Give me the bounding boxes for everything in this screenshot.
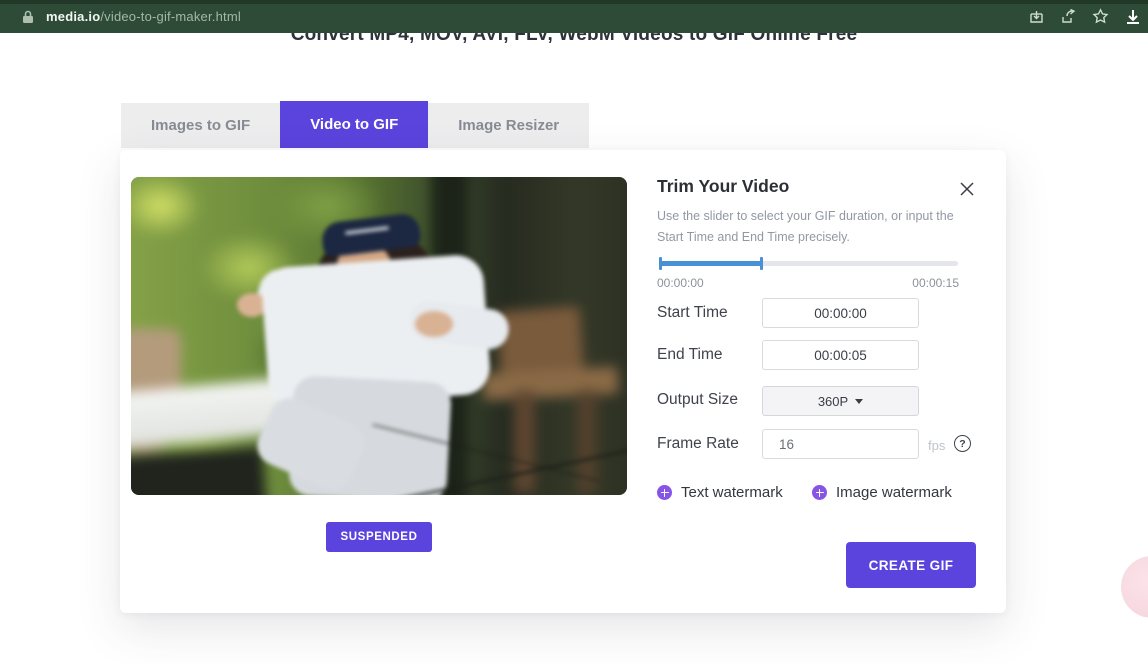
download-icon[interactable] <box>1124 8 1142 26</box>
chat-widget-button[interactable] <box>1121 556 1148 618</box>
start-time-label: Start Time <box>657 304 728 322</box>
output-size-label: Output Size <box>657 391 738 409</box>
end-time-input[interactable] <box>762 340 919 370</box>
slider-end-time: 00:00:15 <box>912 276 959 290</box>
video-to-gif-card: SUSPENDED Trim Your Video Use the slider… <box>120 150 1006 613</box>
add-image-watermark-link[interactable]: Image watermark <box>812 484 952 501</box>
frame-rate-help-icon[interactable]: ? <box>954 435 971 452</box>
close-icon[interactable] <box>958 180 976 198</box>
browser-address-bar[interactable]: media.io/video-to-gif-maker.html <box>0 0 1148 33</box>
url-domain: media.io <box>46 9 100 24</box>
trim-slider-selected-range[interactable] <box>660 261 761 266</box>
share-icon[interactable] <box>1060 8 1077 25</box>
image-watermark-label: Image watermark <box>836 484 952 501</box>
tab-images-to-gif[interactable]: Images to GIF <box>121 103 280 148</box>
window-top-strip <box>0 0 1148 4</box>
trim-slider-start-handle[interactable] <box>659 257 662 270</box>
url-path: /video-to-gif-maker.html <box>100 9 241 24</box>
add-text-watermark-link[interactable]: Text watermark <box>657 484 783 501</box>
plus-circle-icon <box>812 485 827 500</box>
create-gif-button[interactable]: CREATE GIF <box>846 542 976 588</box>
output-size-select[interactable]: 360P <box>762 386 919 416</box>
frame-rate-label: Frame Rate <box>657 435 739 453</box>
text-watermark-label: Text watermark <box>681 484 783 501</box>
bookmark-star-icon[interactable] <box>1092 8 1109 25</box>
suspended-status-button[interactable]: SUSPENDED <box>326 522 432 552</box>
fps-unit-label: fps <box>928 438 945 453</box>
slider-start-time: 00:00:00 <box>657 276 704 290</box>
trim-slider-end-handle[interactable] <box>760 257 763 270</box>
tab-image-resizer[interactable]: Image Resizer <box>428 103 589 148</box>
ssl-lock-icon[interactable] <box>22 10 34 24</box>
end-time-label: End Time <box>657 346 722 364</box>
preview-subject <box>131 177 627 495</box>
video-preview[interactable] <box>131 177 627 495</box>
trim-description: Use the slider to select your GIF durati… <box>657 206 965 247</box>
tool-tabs: Images to GIF Video to GIF Image Resizer <box>121 103 589 148</box>
url-text[interactable]: media.io/video-to-gif-maker.html <box>46 9 241 24</box>
slider-time-labels: 00:00:00 00:00:15 <box>657 276 959 290</box>
trim-panel-title: Trim Your Video <box>657 176 789 197</box>
person-hand-right <box>415 311 453 337</box>
start-time-input[interactable] <box>762 298 919 328</box>
trim-slider-track[interactable] <box>660 261 958 266</box>
tab-video-to-gif[interactable]: Video to GIF <box>280 101 428 148</box>
plus-circle-icon <box>657 485 672 500</box>
chevron-down-icon <box>855 399 863 404</box>
frame-rate-input[interactable] <box>762 429 919 459</box>
output-size-value: 360P <box>818 394 848 409</box>
install-app-icon[interactable] <box>1028 8 1045 25</box>
